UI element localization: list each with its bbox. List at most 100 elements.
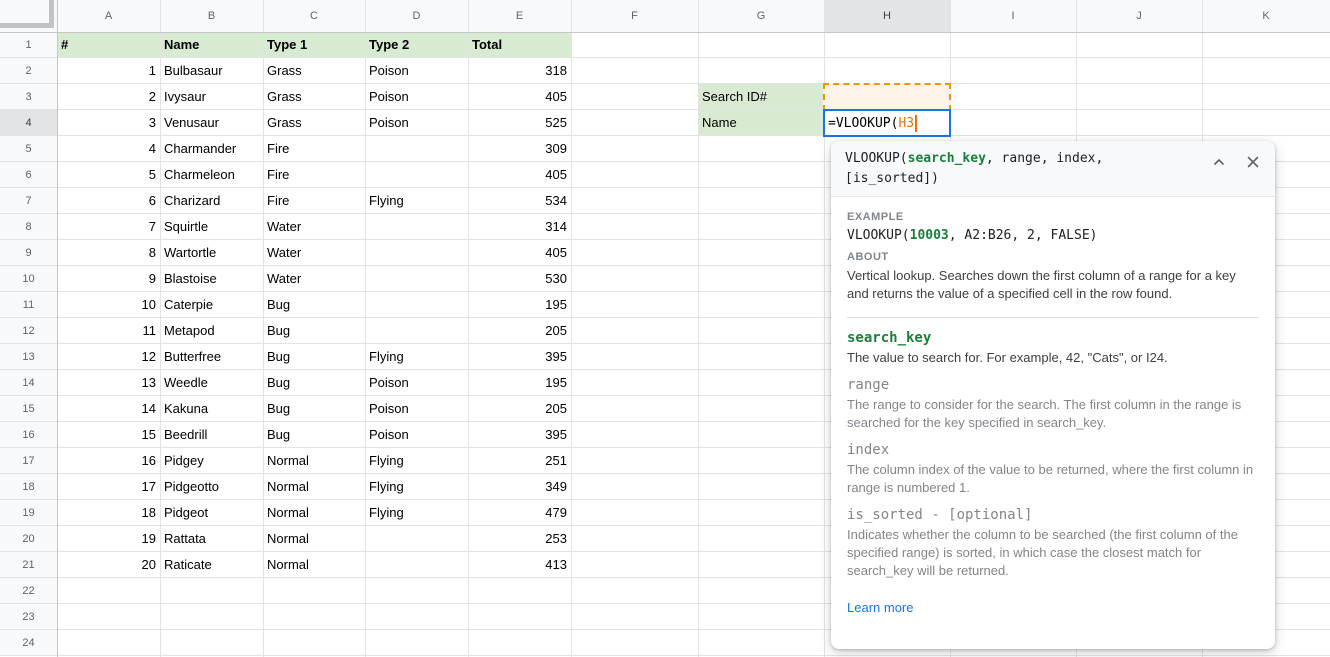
cell-type2[interactable]: Flying [365, 474, 468, 500]
cell-type1[interactable]: Bug [263, 292, 365, 318]
cell-name[interactable]: Blastoise [160, 266, 263, 292]
header-cell-type1[interactable]: Type 1 [263, 32, 365, 58]
cell-type2[interactable]: Poison [365, 422, 468, 448]
cell-name[interactable]: Pidgeot [160, 500, 263, 526]
cell-total[interactable]: 195 [468, 292, 571, 318]
row-header[interactable]: 1 [0, 32, 57, 58]
cell-name[interactable]: Charizard [160, 188, 263, 214]
cell-type1[interactable]: Bug [263, 422, 365, 448]
cell-type1[interactable]: Normal [263, 500, 365, 526]
cell-type1[interactable]: Bug [263, 318, 365, 344]
cell-type2[interactable]: Poison [365, 58, 468, 84]
cell-name[interactable]: Bulbasaur [160, 58, 263, 84]
row-header[interactable]: 2 [0, 58, 57, 84]
formula-editor-cell-h4[interactable]: =VLOOKUP(H3 [823, 109, 951, 137]
cell-name[interactable]: Weedle [160, 370, 263, 396]
cell-type2[interactable] [365, 162, 468, 188]
cell-type2[interactable] [365, 136, 468, 162]
referenced-cell-h3[interactable] [823, 83, 951, 111]
cell-total[interactable]: 349 [468, 474, 571, 500]
cell-type1[interactable]: Normal [263, 526, 365, 552]
cell-number[interactable]: 12 [57, 344, 160, 370]
column-header-d[interactable]: D [365, 0, 468, 32]
cell-number[interactable]: 3 [57, 110, 160, 136]
cell-number[interactable]: 11 [57, 318, 160, 344]
cell-total[interactable]: 405 [468, 162, 571, 188]
cell-name[interactable]: Charmeleon [160, 162, 263, 188]
cell-number[interactable]: 1 [57, 58, 160, 84]
cell-type1[interactable]: Water [263, 240, 365, 266]
learn-more-link[interactable]: Learn more [847, 600, 913, 615]
cell-total[interactable]: 525 [468, 110, 571, 136]
cell-total[interactable]: 318 [468, 58, 571, 84]
cell-name[interactable]: Kakuna [160, 396, 263, 422]
cell-name[interactable]: Caterpie [160, 292, 263, 318]
header-cell-type2[interactable]: Type 2 [365, 32, 468, 58]
cell-total[interactable]: 395 [468, 344, 571, 370]
row-header[interactable]: 11 [0, 292, 57, 318]
cell-name[interactable]: Charmander [160, 136, 263, 162]
column-header-i[interactable]: I [950, 0, 1076, 32]
column-header-a[interactable]: A [57, 0, 160, 32]
select-all-corner[interactable] [0, 0, 54, 28]
row-header[interactable]: 21 [0, 552, 57, 578]
column-header-g[interactable]: G [698, 0, 824, 32]
row-header[interactable]: 18 [0, 474, 57, 500]
column-header-e[interactable]: E [468, 0, 571, 32]
cell-number[interactable]: 10 [57, 292, 160, 318]
column-header-k[interactable]: K [1202, 0, 1330, 32]
row-header[interactable]: 17 [0, 448, 57, 474]
collapse-chevron-icon[interactable] [1211, 154, 1227, 170]
cell-number[interactable]: 4 [57, 136, 160, 162]
cell-total[interactable]: 395 [468, 422, 571, 448]
cell-total[interactable]: 309 [468, 136, 571, 162]
row-header[interactable]: 3 [0, 84, 57, 110]
cell-type1[interactable]: Bug [263, 396, 365, 422]
cell-name[interactable]: Wartortle [160, 240, 263, 266]
cell-number[interactable]: 13 [57, 370, 160, 396]
row-header[interactable]: 15 [0, 396, 57, 422]
cell-number[interactable]: 17 [57, 474, 160, 500]
cell-type1[interactable]: Fire [263, 188, 365, 214]
column-header-b[interactable]: B [160, 0, 263, 32]
cell-type1[interactable]: Grass [263, 84, 365, 110]
cell-total[interactable]: 205 [468, 396, 571, 422]
cell-type1[interactable]: Grass [263, 58, 365, 84]
row-header[interactable]: 9 [0, 240, 57, 266]
cell-type1[interactable]: Grass [263, 110, 365, 136]
row-header[interactable]: 5 [0, 136, 57, 162]
cell-total[interactable]: 195 [468, 370, 571, 396]
cell-total[interactable]: 405 [468, 84, 571, 110]
row-header[interactable]: 23 [0, 604, 57, 630]
cell-type2[interactable]: Poison [365, 110, 468, 136]
column-header-f[interactable]: F [571, 0, 698, 32]
column-header-c[interactable]: C [263, 0, 365, 32]
cell-type2[interactable]: Flying [365, 500, 468, 526]
cell-type2[interactable] [365, 292, 468, 318]
row-header[interactable]: 16 [0, 422, 57, 448]
row-header[interactable]: 10 [0, 266, 57, 292]
row-header[interactable]: 8 [0, 214, 57, 240]
cell-type1[interactable]: Normal [263, 448, 365, 474]
cell-name[interactable]: Raticate [160, 552, 263, 578]
row-header[interactable]: 20 [0, 526, 57, 552]
row-header[interactable]: 12 [0, 318, 57, 344]
cell-number[interactable]: 6 [57, 188, 160, 214]
cell-number[interactable]: 8 [57, 240, 160, 266]
cell-type2[interactable] [365, 266, 468, 292]
row-header[interactable]: 4 [0, 110, 57, 136]
cell-name[interactable]: Venusaur [160, 110, 263, 136]
cell-type1[interactable]: Bug [263, 344, 365, 370]
cell-type1[interactable]: Normal [263, 474, 365, 500]
cell-total[interactable]: 479 [468, 500, 571, 526]
cell-name[interactable]: Squirtle [160, 214, 263, 240]
cell-number[interactable]: 16 [57, 448, 160, 474]
cell-number[interactable]: 20 [57, 552, 160, 578]
cell-total[interactable]: 413 [468, 552, 571, 578]
cell-number[interactable]: 2 [57, 84, 160, 110]
header-cell-name[interactable]: Name [160, 32, 263, 58]
cell-name[interactable]: Rattata [160, 526, 263, 552]
header-cell-number[interactable]: # [57, 32, 160, 58]
cell-type2[interactable]: Flying [365, 448, 468, 474]
cell-name[interactable]: Pidgeotto [160, 474, 263, 500]
